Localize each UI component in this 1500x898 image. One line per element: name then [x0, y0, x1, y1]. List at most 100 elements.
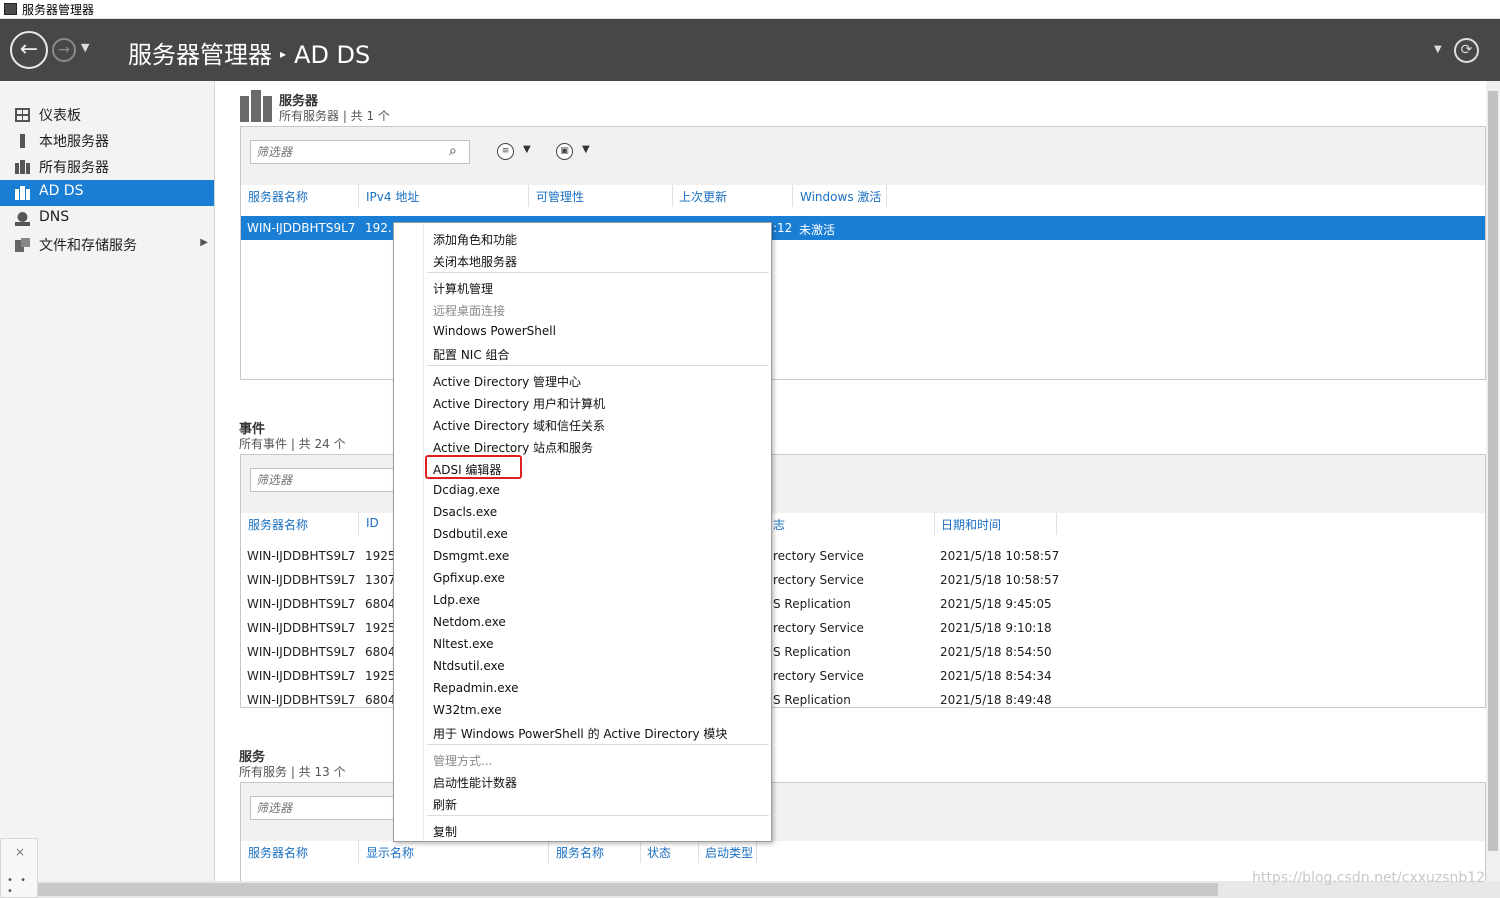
- menu-separator: [427, 744, 769, 745]
- col-id[interactable]: ID: [366, 516, 379, 530]
- column-divider: [548, 841, 549, 863]
- vertical-scrollbar[interactable]: [1486, 81, 1500, 881]
- menu-item-label: 复制: [433, 825, 458, 839]
- menu-item-ntdsutil[interactable]: Ntdsutil.exe: [425, 654, 770, 676]
- scrollbar-thumb[interactable]: [38, 883, 1218, 896]
- list-options-icon[interactable]: ≡: [497, 143, 514, 160]
- servers-filter-input[interactable]: [250, 140, 470, 164]
- cell-id: 1925: [365, 669, 396, 683]
- col-manageability[interactable]: 可管理性: [536, 188, 584, 205]
- menu-item-label: Ntdsutil.exe: [433, 659, 505, 673]
- cell-log: S Replication: [773, 693, 851, 707]
- sidebar-item-dashboard[interactable]: 仪表板: [0, 102, 214, 128]
- menu-item-dsacls[interactable]: Dsacls.exe: [425, 500, 770, 522]
- column-divider: [756, 841, 757, 863]
- menu-item-repadmin[interactable]: Repadmin.exe: [425, 676, 770, 698]
- menu-item-label: Windows PowerShell: [433, 324, 556, 338]
- menu-item-gpfixup[interactable]: Gpfixup.exe: [425, 566, 770, 588]
- menu-item-refresh[interactable]: 刷新: [425, 791, 770, 813]
- col-ipv4[interactable]: IPv4 地址: [366, 188, 419, 205]
- close-icon[interactable]: ×: [15, 845, 25, 859]
- menu-item-nltest[interactable]: Nltest.exe: [425, 632, 770, 654]
- cell-server: WIN-IJDDBHTS9L7: [247, 621, 356, 635]
- search-icon[interactable]: ⌕: [449, 143, 457, 159]
- menu-item-copy[interactable]: 复制: [425, 818, 770, 840]
- column-divider: [528, 185, 529, 207]
- cell-log: S Replication: [773, 597, 851, 611]
- col-server-name[interactable]: 服务器名称: [248, 844, 308, 861]
- menu-item-ad-powershell-module[interactable]: 用于 Windows PowerShell 的 Active Directory…: [425, 720, 770, 742]
- menu-separator: [427, 815, 769, 816]
- menu-item-dsmgmt[interactable]: Dsmgmt.exe: [425, 544, 770, 566]
- menu-item-shutdown-local-server[interactable]: 关闭本地服务器: [425, 248, 770, 270]
- col-display-name[interactable]: 显示名称: [366, 844, 414, 861]
- menu-item-label: W32tm.exe: [433, 703, 502, 717]
- cell-datetime: 2021/5/18 10:58:57: [940, 573, 1060, 587]
- sidebar-item-label: 文件和存储服务: [39, 238, 137, 254]
- col-server-name[interactable]: 服务器名称: [248, 188, 308, 205]
- menu-item-manage-as[interactable]: 管理方式...: [425, 747, 770, 769]
- menu-item-configure-nic-teaming[interactable]: 配置 NIC 组合: [425, 341, 770, 363]
- menu-item-remote-desktop[interactable]: 远程桌面连接: [425, 297, 770, 319]
- save-query-icon[interactable]: ▣: [556, 143, 573, 160]
- menu-item-w32tm[interactable]: W32tm.exe: [425, 698, 770, 720]
- menu-item-ad-users-computers[interactable]: Active Directory 用户和计算机: [425, 390, 770, 412]
- sidebar-item-local-server[interactable]: 本地服务器: [0, 128, 214, 154]
- column-divider: [934, 513, 935, 535]
- list-options-dropdown-icon[interactable]: ▼: [523, 144, 531, 155]
- cell-id: 6804: [365, 597, 396, 611]
- sidebar-item-ad-ds[interactable]: AD DS: [0, 180, 214, 206]
- menu-item-ldp[interactable]: Ldp.exe: [425, 588, 770, 610]
- refresh-icon[interactable]: ⟳: [1454, 38, 1479, 63]
- col-datetime[interactable]: 日期和时间: [941, 516, 1001, 533]
- cell-server: WIN-IJDDBHTS9L7: [247, 693, 356, 707]
- menu-item-label: 远程桌面连接: [433, 304, 506, 318]
- sidebar-item-file-storage[interactable]: 文件和存储服务 ▶: [0, 232, 214, 258]
- cell-log: S Replication: [773, 645, 851, 659]
- col-service-name[interactable]: 服务名称: [556, 844, 604, 861]
- cell-server: WIN-IJDDBHTS9L7: [247, 573, 356, 587]
- cell-id: 1307: [365, 573, 396, 587]
- menu-item-powershell[interactable]: Windows PowerShell: [425, 319, 770, 341]
- history-dropdown-icon[interactable]: ▼: [81, 41, 89, 54]
- menu-item-ad-domains-trusts[interactable]: Active Directory 域和信任关系: [425, 412, 770, 434]
- menu-item-ad-admin-center[interactable]: Active Directory 管理中心: [425, 368, 770, 390]
- scrollbar-thumb[interactable]: [1488, 91, 1498, 851]
- menu-item-label: Netdom.exe: [433, 615, 506, 629]
- breadcrumb-separator: ▸: [280, 47, 287, 61]
- menu-item-ad-sites-services[interactable]: Active Directory 站点和服务: [425, 434, 770, 456]
- menu-item-label: Dsmgmt.exe: [433, 549, 510, 563]
- sidebar-item-label: DNS: [39, 209, 70, 225]
- menu-item-add-roles[interactable]: 添加角色和功能: [425, 226, 770, 248]
- column-divider: [672, 185, 673, 207]
- cell-log: rectory Service: [773, 549, 864, 563]
- col-status[interactable]: 状态: [647, 844, 671, 861]
- cell-server-name: WIN-IJDDBHTS9L7: [247, 221, 356, 235]
- forward-arrow-icon[interactable]: →: [52, 38, 76, 62]
- back-arrow-icon[interactable]: ←: [10, 31, 48, 69]
- menu-item-start-perf-counters[interactable]: 启动性能计数器: [425, 769, 770, 791]
- menu-item-label: Gpfixup.exe: [433, 571, 505, 585]
- more-icon[interactable]: • • •: [7, 875, 37, 897]
- menu-item-dcdiag[interactable]: Dcdiag.exe: [425, 478, 770, 500]
- cell-last-update: :12: [773, 221, 793, 235]
- col-log[interactable]: 志: [773, 516, 785, 533]
- col-last-update[interactable]: 上次更新: [679, 188, 727, 205]
- col-windows-activation[interactable]: Windows 激活: [800, 188, 881, 205]
- sidebar-item-all-servers[interactable]: 所有服务器: [0, 154, 214, 180]
- menu-item-dsdbutil[interactable]: Dsdbutil.exe: [425, 522, 770, 544]
- menu-item-computer-management[interactable]: 计算机管理: [425, 275, 770, 297]
- server-manager-app-icon: [4, 3, 17, 15]
- cell-server: WIN-IJDDBHTS9L7: [247, 645, 356, 659]
- cell-datetime: 2021/5/18 10:58:57: [940, 549, 1060, 563]
- col-startup-type[interactable]: 启动类型: [705, 844, 753, 861]
- menu-item-netdom[interactable]: Netdom.exe: [425, 610, 770, 632]
- save-query-dropdown-icon[interactable]: ▼: [582, 144, 590, 155]
- col-server-name[interactable]: 服务器名称: [248, 516, 308, 533]
- cell-log: rectory Service: [773, 573, 864, 587]
- cell-server: WIN-IJDDBHTS9L7: [247, 597, 356, 611]
- cell-datetime: 2021/5/18 8:49:48: [940, 693, 1052, 707]
- sidebar-item-dns[interactable]: DNS: [0, 206, 214, 232]
- cell-server: WIN-IJDDBHTS9L7: [247, 669, 356, 683]
- refresh-dropdown-icon[interactable]: ▼: [1434, 44, 1442, 55]
